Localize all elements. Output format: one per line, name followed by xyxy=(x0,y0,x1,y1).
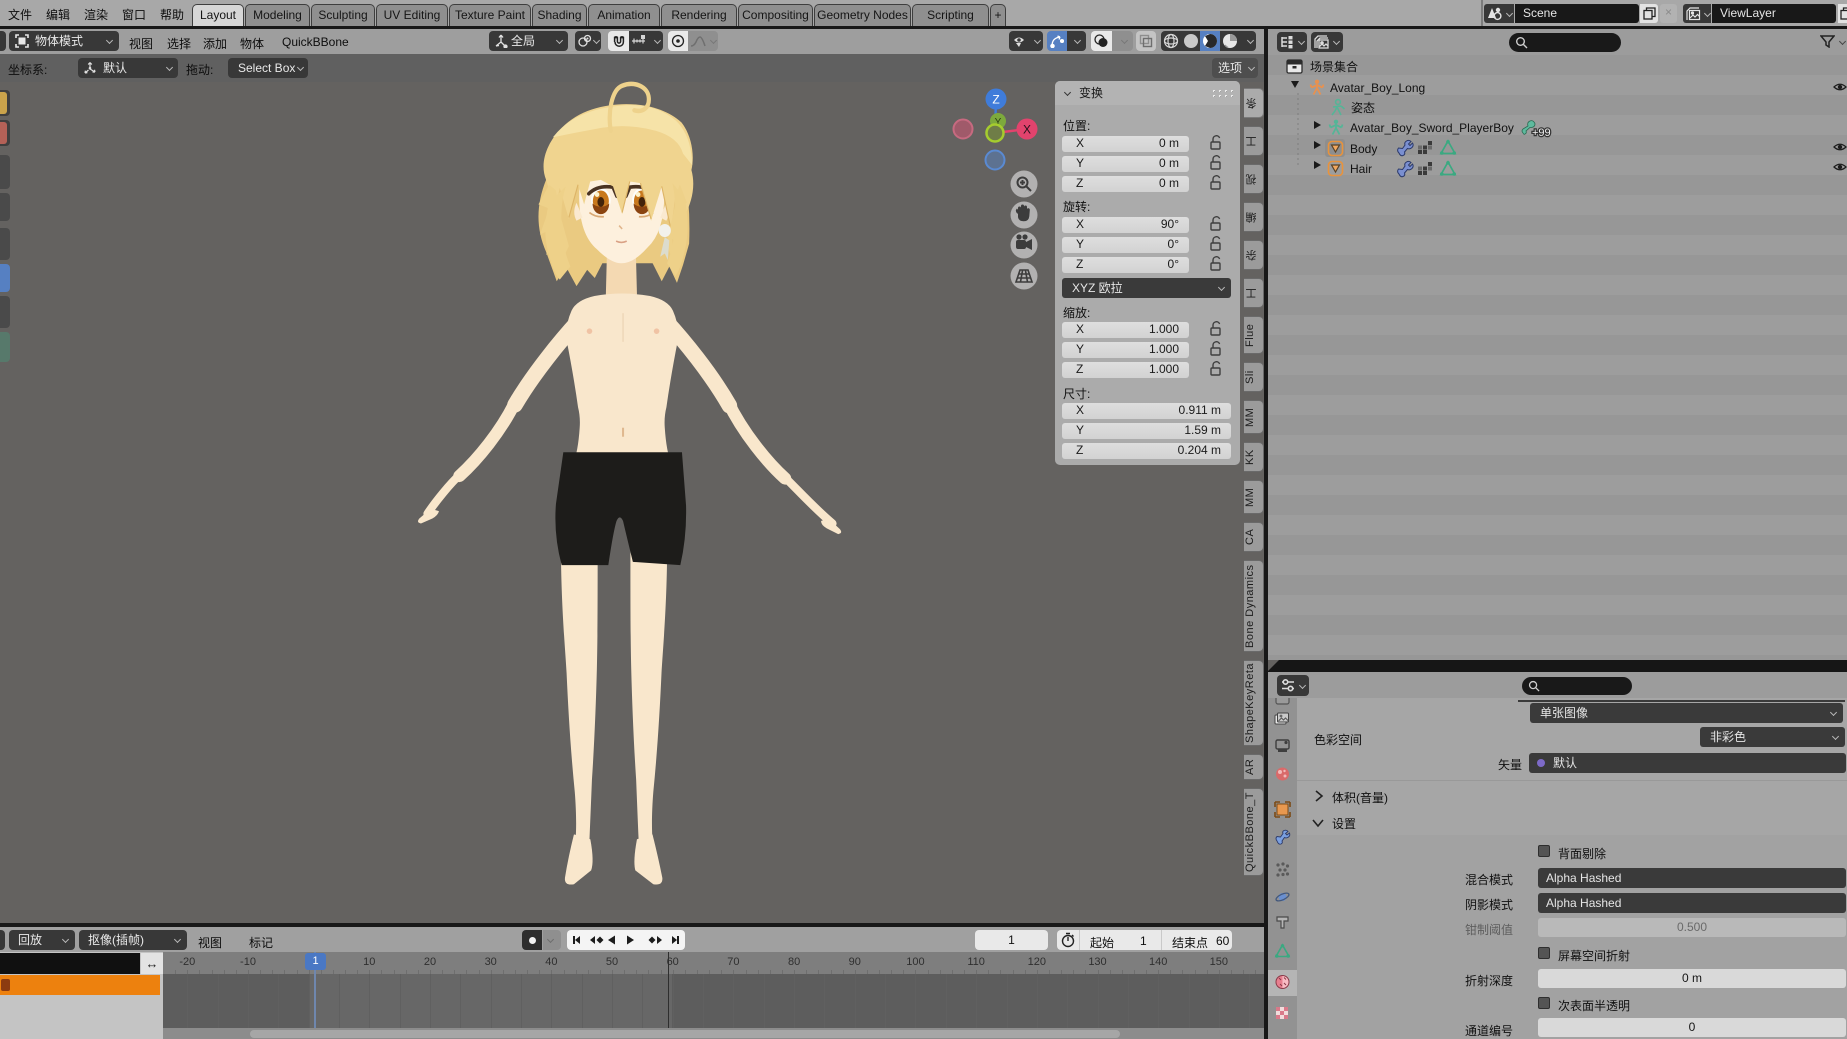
svg-text:Z: Z xyxy=(992,93,999,107)
svg-text:姿态: 姿态 xyxy=(1351,101,1375,115)
svg-text:+99: +99 xyxy=(1532,127,1551,139)
svg-text:Body: Body xyxy=(1350,142,1377,156)
svg-text:Avatar_Boy_Long: Avatar_Boy_Long xyxy=(1330,81,1425,95)
svg-text:X: X xyxy=(1023,123,1031,137)
svg-text:Avatar_Boy_Sword_PlayerBoy: Avatar_Boy_Sword_PlayerBoy xyxy=(1350,121,1514,135)
svg-text:场景集合: 场景集合 xyxy=(1310,59,1358,74)
svg-text:Hair: Hair xyxy=(1350,162,1372,176)
